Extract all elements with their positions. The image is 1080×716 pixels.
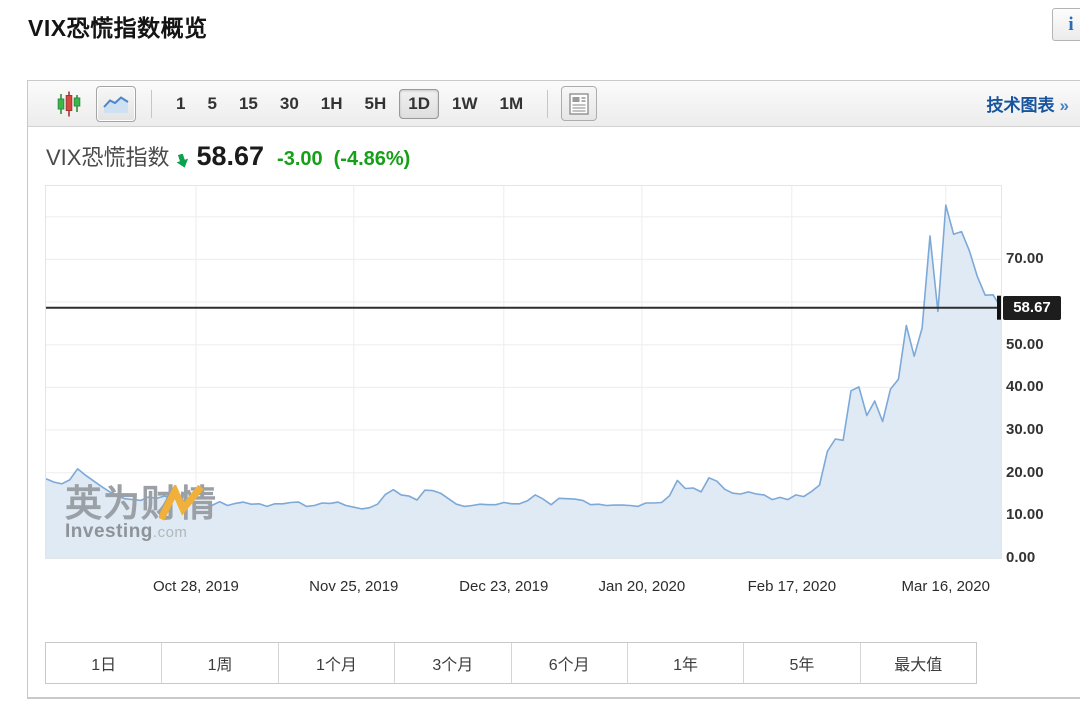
y-axis-tick-label: 40.00 [1006,378,1044,395]
y-axis-labels: 70.0050.0040.0030.0020.0010.000.00 [1006,186,1080,558]
news-icon [569,93,589,115]
watermark-bolt-icon [159,485,205,523]
x-axis-tick-label: Mar 16, 2020 [881,578,1011,595]
info-button[interactable]: i [1052,8,1080,41]
period-1w[interactable]: 1周 [161,643,277,683]
watermark: 英为财情 Investing.com [65,485,217,541]
line-chart-icon [103,94,129,114]
toolbar-divider [547,90,548,118]
interval-1h[interactable]: 1H [312,89,352,119]
interval-1d-selected[interactable]: 1D [399,89,439,119]
x-axis-tick-label: Jan 20, 2020 [577,578,707,595]
y-axis-tick-label: 30.00 [1006,421,1044,438]
y-axis-tick-label: 10.00 [1006,506,1044,523]
down-arrow-icon [176,154,189,168]
period-selector: 1日 1周 1个月 3个月 6个月 1年 5年 最大值 [45,642,977,684]
technical-chart-label: 技术图表 [987,96,1055,115]
x-axis-tick-label: Feb 17, 2020 [727,578,857,595]
y-axis-tick-label: 0.00 [1006,549,1035,566]
last-price-badge: 58.67 [1003,296,1061,320]
x-axis-tick-label: Oct 28, 2019 [131,578,261,595]
interval-1m[interactable]: 1M [490,89,532,119]
price-change-percent: (-4.86%) [334,148,411,171]
x-axis-tick-label: Dec 23, 2019 [439,578,569,595]
candlestick-icon [56,91,83,117]
interval-5[interactable]: 5 [198,89,225,119]
period-3m[interactable]: 3个月 [394,643,510,683]
news-panel-button[interactable] [561,86,597,121]
interval-5h[interactable]: 5H [356,89,396,119]
candlestick-chart-button[interactable] [56,91,83,117]
technical-chart-link[interactable]: 技术图表 » [987,91,1069,116]
interval-1w[interactable]: 1W [443,89,487,119]
period-6m[interactable]: 6个月 [511,643,627,683]
y-axis-tick-label: 70.00 [1006,250,1044,267]
x-axis-labels: Oct 28, 2019 Nov 25, 2019 Dec 23, 2019 Jan … [46,578,1001,598]
interval-15[interactable]: 15 [230,89,267,119]
page-title: VIX恐慌指数概览 [28,9,208,43]
last-price: 58.67 [196,141,264,172]
chevron-right-icon: » [1060,96,1069,115]
x-axis-tick-label: Nov 25, 2019 [289,578,419,595]
watermark-en-text: Investing.com [65,522,217,541]
toolbar-divider [151,90,152,118]
info-icon: i [1068,14,1073,36]
quote-header: VIX恐慌指数 58.67 -3.00 (-4.86%) [46,140,410,176]
watermark-cn-text: 英为财情 [65,485,217,522]
chart-widget: 1 5 15 30 1H 5H 1D 1W 1M 技术图表 » VIX恐慌指数 [27,80,1080,699]
interval-30[interactable]: 30 [271,89,308,119]
period-1y[interactable]: 1年 [627,643,743,683]
price-change: -3.00 [277,148,323,171]
line-chart-button[interactable] [96,86,136,122]
interval-1[interactable]: 1 [167,89,194,119]
period-5y[interactable]: 5年 [743,643,859,683]
y-axis-tick-label: 20.00 [1006,464,1044,481]
chart-toolbar: 1 5 15 30 1H 5H 1D 1W 1M 技术图表 » [28,81,1080,127]
y-axis-tick-label: 50.00 [1006,336,1044,353]
period-1m[interactable]: 1个月 [278,643,394,683]
period-1d[interactable]: 1日 [46,643,161,683]
instrument-name: VIX恐慌指数 [46,140,169,172]
period-max[interactable]: 最大值 [860,643,976,683]
